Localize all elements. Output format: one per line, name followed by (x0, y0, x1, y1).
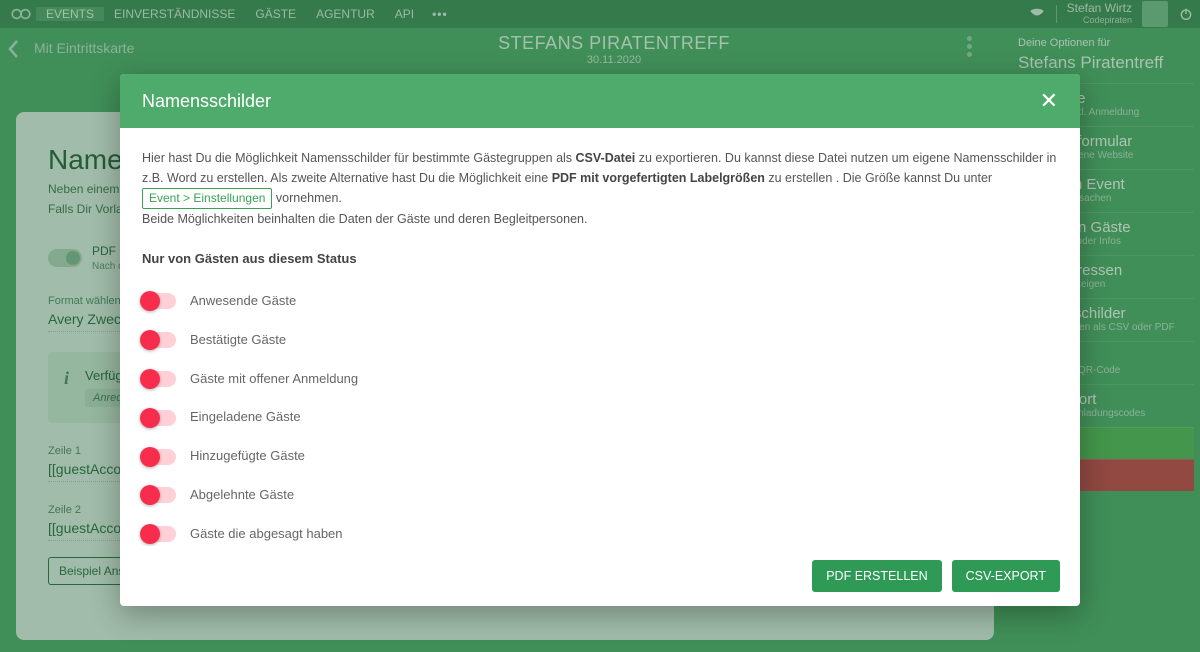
status-section-title: Nur von Gästen aus diesem Status (142, 249, 1058, 270)
toggle-abgesagt[interactable] (142, 526, 176, 542)
toggle-anwesend[interactable] (142, 293, 176, 309)
toggle-offen[interactable] (142, 371, 176, 387)
status-option-eingeladen: Eingeladene Gäste (142, 398, 1058, 437)
csv-export-button[interactable]: CSV-EXPORT (952, 560, 1060, 592)
status-option-abgelehnt: Abgelehnte Gäste (142, 476, 1058, 515)
status-option-anwesend: Anwesende Gäste (142, 282, 1058, 321)
toggle-eingeladen[interactable] (142, 410, 176, 426)
status-option-abgesagt: Gäste die abgesagt haben (142, 515, 1058, 546)
status-option-hinzugefuegt: Hinzugefügte Gäste (142, 437, 1058, 476)
close-icon[interactable]: ✕ (1040, 90, 1058, 112)
toggle-abgelehnt[interactable] (142, 487, 176, 503)
modal: Namensschilder ✕ Hier hast Du die Möglic… (120, 74, 1080, 606)
toggle-bestaetigt[interactable] (142, 332, 176, 348)
status-option-bestaetigt: Bestätigte Gäste (142, 321, 1058, 360)
status-option-offen: Gäste mit offener Anmeldung (142, 360, 1058, 399)
modal-body: Hier hast Du die Möglichkeit Namensschil… (120, 128, 1080, 546)
pdf-create-button[interactable]: PDF ERSTELLEN (812, 560, 941, 592)
modal-title: Namensschilder (142, 91, 271, 112)
modal-paragraph-1: Hier hast Du die Möglichkeit Namensschil… (142, 148, 1058, 209)
modal-footer: PDF ERSTELLEN CSV-EXPORT (120, 546, 1080, 606)
modal-paragraph-2: Beide Möglichkeiten beinhalten die Daten… (142, 209, 1058, 229)
modal-header: Namensschilder ✕ (120, 74, 1080, 128)
toggle-hinzugefuegt[interactable] (142, 449, 176, 465)
event-settings-link[interactable]: Event > Einstellungen (142, 188, 272, 209)
